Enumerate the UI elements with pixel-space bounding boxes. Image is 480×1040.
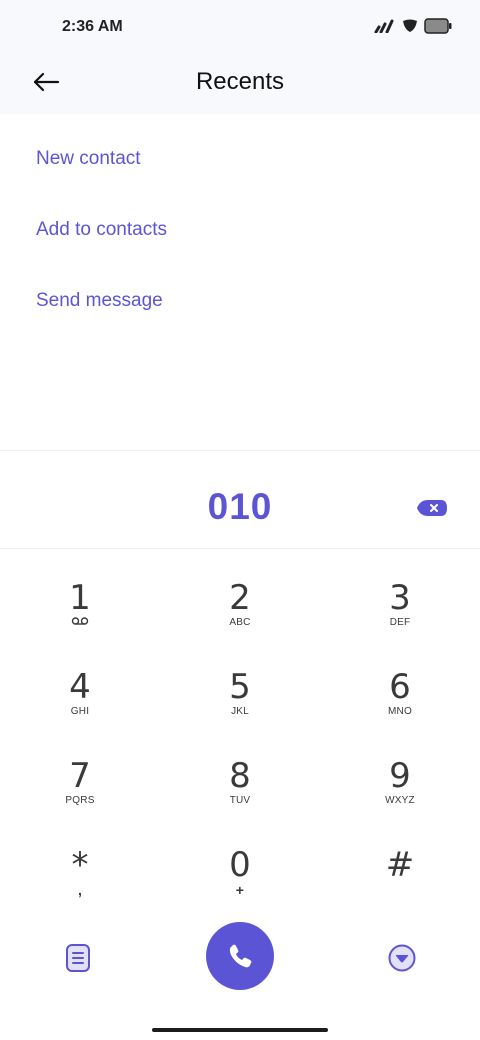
notes-icon xyxy=(66,944,90,972)
number-display-row: 010 xyxy=(0,452,480,548)
collapse-icon xyxy=(388,944,416,972)
key-digit: * xyxy=(71,845,89,885)
key-0[interactable]: 0 + xyxy=(185,819,295,899)
key-letters: JKL xyxy=(231,706,249,717)
key-5[interactable]: 5 JKL xyxy=(185,641,295,721)
signal-icon xyxy=(374,19,394,33)
key-digit: 7 xyxy=(69,756,91,796)
key-digit: 5 xyxy=(229,667,251,707)
key-digit: 9 xyxy=(389,756,411,796)
key-star[interactable]: * , xyxy=(25,819,135,899)
key-2[interactable]: 2 ABC xyxy=(185,552,295,632)
key-letters: TUV xyxy=(229,795,251,806)
key-digit: 4 xyxy=(69,667,91,707)
call-button[interactable] xyxy=(206,922,274,990)
backspace-button[interactable] xyxy=(412,492,452,524)
key-6[interactable]: 6 MNO xyxy=(345,641,455,721)
key-letters: + xyxy=(235,882,245,898)
key-digit: 3 xyxy=(389,578,411,618)
backspace-icon xyxy=(417,500,447,516)
new-contact-button[interactable]: New contact xyxy=(36,148,141,170)
key-digit: 2 xyxy=(229,578,251,618)
key-1[interactable]: 1 xyxy=(25,552,135,632)
home-indicator[interactable] xyxy=(152,1028,328,1032)
status-time: 2:36 AM xyxy=(62,18,123,35)
bottom-action-row xyxy=(0,916,480,1000)
status-bar: 2:36 AM xyxy=(0,0,480,52)
status-icons xyxy=(374,18,452,34)
add-to-contacts-button[interactable]: Add to contacts xyxy=(36,219,167,241)
divider xyxy=(0,450,480,451)
divider xyxy=(0,548,480,549)
key-letters: ABC xyxy=(229,617,251,628)
key-digit: 6 xyxy=(389,667,411,707)
key-9[interactable]: 9 WXYZ xyxy=(345,730,455,810)
phone-icon xyxy=(229,944,252,968)
collapse-keypad-button[interactable] xyxy=(384,940,420,976)
voicemail-icon xyxy=(25,616,135,631)
dialed-number: 010 xyxy=(207,486,273,527)
send-message-button[interactable]: Send message xyxy=(36,290,163,312)
key-letters: DEF xyxy=(389,617,411,628)
key-letters: GHI xyxy=(70,706,90,717)
key-digit: # xyxy=(385,845,415,885)
key-letters: PQRS xyxy=(65,795,95,806)
key-digit: 8 xyxy=(229,756,251,796)
key-4[interactable]: 4 GHI xyxy=(25,641,135,721)
battery-icon xyxy=(424,18,452,34)
top-area: 2:36 AM Recents xyxy=(0,0,480,114)
key-digit: 1 xyxy=(69,578,91,618)
key-letters: WXYZ xyxy=(385,795,415,806)
key-3[interactable]: 3 DEF xyxy=(345,552,455,632)
key-8[interactable]: 8 TUV xyxy=(185,730,295,810)
shield-icon xyxy=(403,19,417,32)
key-7[interactable]: 7 PQRS xyxy=(25,730,135,810)
key-letters: MNO xyxy=(388,706,412,717)
notes-button[interactable] xyxy=(60,940,96,976)
app-bar: Recents xyxy=(0,52,480,114)
key-hash[interactable]: # xyxy=(345,819,455,899)
key-digit: 0 xyxy=(229,845,251,885)
key-letters: , xyxy=(77,882,83,898)
page-title: Recents xyxy=(195,68,285,95)
